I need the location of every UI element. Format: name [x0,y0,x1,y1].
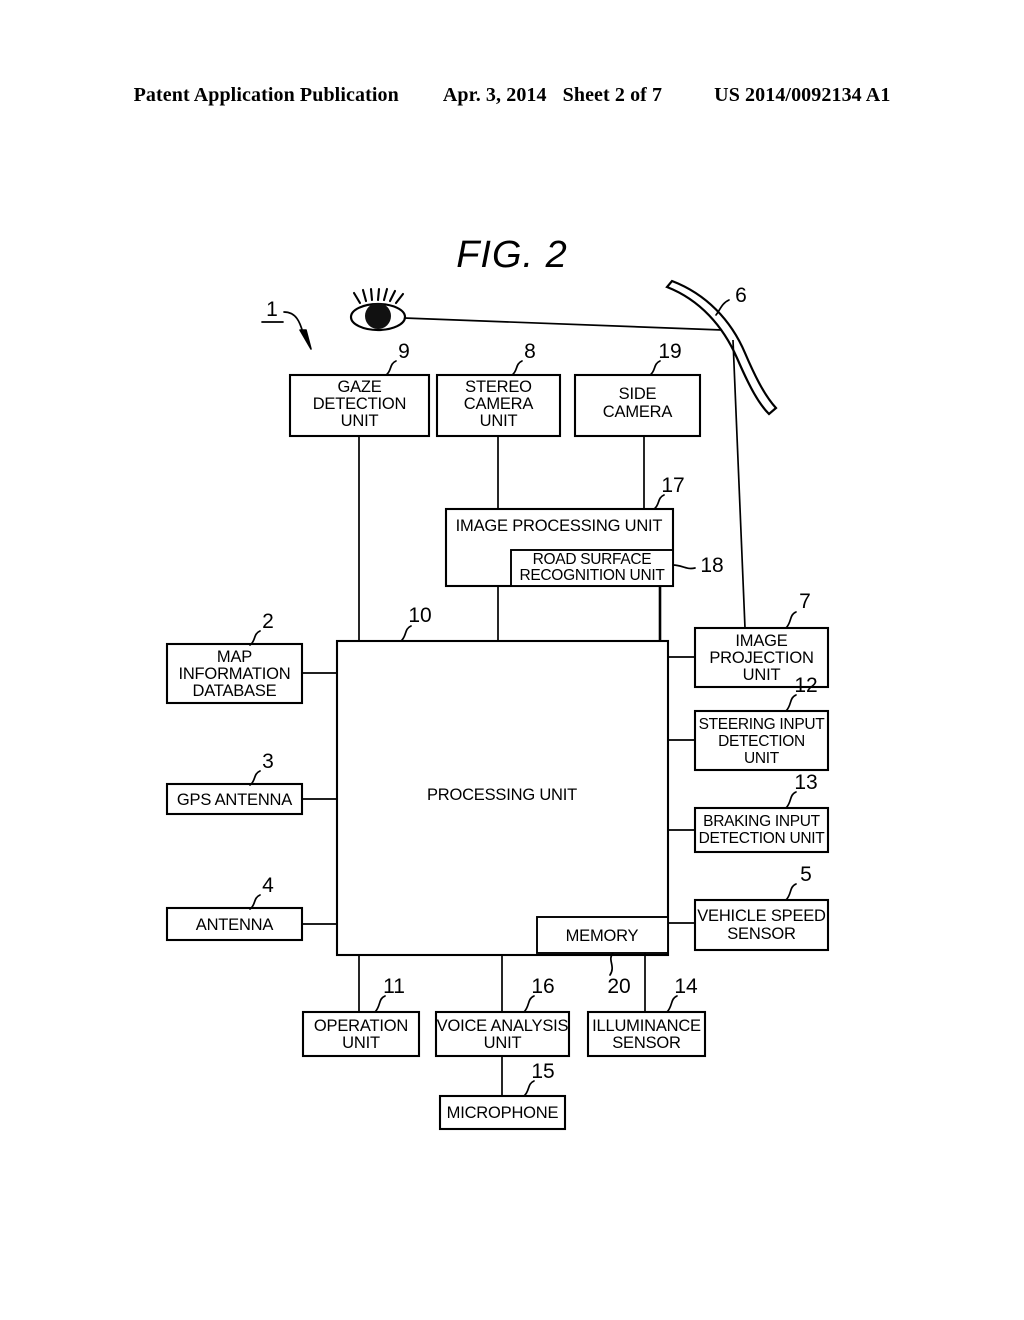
operation-unit-reference-callout: 11 [374,975,405,1013]
ref-number-16: 16 [531,975,554,998]
ref-number-20: 20 [607,975,630,998]
operation-unit-box[interactable]: OPERATION UNIT [301,1010,421,1058]
ref-number-19: 19 [658,340,681,363]
gaze-detection-unit-label-line3: UNIT [341,412,379,430]
memory-reference-callout: 20 [607,952,631,998]
ref-number-5: 5 [800,863,812,886]
ref-number-1: 1 [266,298,278,321]
system-reference-callout: 1 [261,298,312,350]
vehicle-speed-sensor-box[interactable]: VEHICLE SPEED SENSOR [693,898,830,952]
processing-unit-label: PROCESSING UNIT [427,786,577,804]
illuminance-sensor-reference-callout: 14 [666,975,698,1013]
voice-analysis-unit-label-line2: UNIT [484,1034,522,1052]
side-camera-box[interactable]: SIDE CAMERA [573,373,702,438]
gaze-detection-unit-box[interactable]: GAZE DETECTION UNIT [288,373,431,438]
ref-number-9: 9 [398,340,410,363]
voice-analysis-unit-reference-callout: 16 [523,975,555,1013]
windshield-projection-link [732,339,746,629]
vehicle-speed-sensor-reference-callout: 5 [785,863,812,901]
map-information-database-box[interactable]: MAP INFORMATION DATABASE [165,642,304,705]
antenna-box[interactable]: ANTENNA [165,906,304,942]
windshield-reference-callout: 6 [715,284,747,316]
ref-number-7: 7 [799,590,811,613]
memory-label: MEMORY [566,927,639,945]
microphone-label: MICROPHONE [447,1104,559,1122]
ref-number-13: 13 [794,771,817,794]
image-projection-unit-label-line1: IMAGE [735,632,787,650]
ref-number-15: 15 [531,1060,554,1083]
ref-number-8: 8 [524,340,536,363]
ref-number-2: 2 [262,610,274,633]
illuminance-sensor-label-line2: SENSOR [612,1034,681,1052]
microphone-box[interactable]: MICROPHONE [438,1094,567,1131]
processing-unit-box[interactable]: PROCESSING UNIT [335,639,670,957]
voice-analysis-unit-box[interactable]: VOICE ANALYSIS UNIT [434,1010,571,1058]
steering-input-detection-unit-label-line3: UNIT [744,750,780,767]
ref-number-14: 14 [674,975,698,998]
ref-number-18: 18 [700,554,723,577]
image-processing-unit-label: IMAGE PROCESSING UNIT [456,517,663,535]
ref-number-6: 6 [735,284,747,307]
map-information-database-reference-callout: 2 [249,610,274,646]
stereo-camera-unit-label-line2: CAMERA [464,395,534,413]
eye-icon [349,287,407,332]
system-reference-arrowhead [299,329,312,350]
ref-number-4: 4 [262,874,274,897]
ref-number-17: 17 [661,474,684,497]
processing-unit-reference-callout: 10 [400,604,432,642]
operation-unit-label-line1: OPERATION [314,1017,408,1035]
map-information-database-label-line2: INFORMATION [178,665,290,683]
steering-input-detection-unit-label-line2: DETECTION [718,733,805,750]
image-projection-unit-label-line2: PROJECTION [709,649,813,667]
ref-number-3: 3 [262,750,274,773]
road-surface-recognition-unit-box[interactable]: ROAD SURFACE RECOGNITION UNIT [510,549,674,587]
gaze-detection-unit-label-line2: DETECTION [313,395,407,413]
image-projection-unit-label-line3: UNIT [743,666,781,684]
gps-antenna-box[interactable]: GPS ANTENNA [165,782,304,816]
braking-input-detection-unit-label-line2: DETECTION UNIT [699,830,826,847]
gaze-line [403,317,723,331]
ref-number-10: 10 [408,604,431,627]
stereo-camera-unit-label-line1: STEREO [465,378,532,396]
block-diagram: 1 6 GAZE DETECTION UNIT 9 STEREO CAMERA … [165,279,830,1131]
map-information-database-label-line1: MAP [217,648,252,666]
vehicle-speed-sensor-label-line1: VEHICLE SPEED [697,907,826,925]
ref-number-11: 11 [383,975,405,998]
map-information-database-label-line3: DATABASE [193,682,277,700]
stereo-camera-unit-label-line3: UNIT [480,412,518,430]
vehicle-speed-sensor-label-line2: SENSOR [727,925,796,943]
illuminance-sensor-label-line1: ILLUMINANCE [592,1017,701,1035]
ref-number-12: 12 [794,674,817,697]
gaze-detection-unit-reference-callout: 9 [385,340,410,376]
illuminance-sensor-box[interactable]: ILLUMINANCE SENSOR [586,1010,707,1058]
steering-input-detection-unit-label-line1: STEERING INPUT [699,716,826,733]
antenna-label: ANTENNA [196,916,274,934]
microphone-reference-callout: 15 [523,1060,555,1097]
road-surface-recognition-unit-label-line2: RECOGNITION UNIT [519,567,665,584]
memory-box[interactable]: MEMORY [536,916,669,954]
gps-antenna-reference-callout: 3 [249,750,274,786]
stereo-camera-unit-reference-callout: 8 [511,340,536,376]
gaze-detection-unit-label-line1: GAZE [337,378,381,396]
side-camera-label-line1: SIDE [619,385,657,403]
side-camera-reference-callout: 19 [649,340,682,376]
image-processing-unit-reference-callout: 17 [653,474,685,510]
road-surface-recognition-unit-reference-callout: 18 [672,554,724,577]
braking-input-detection-unit-label-line1: BRAKING INPUT [703,813,821,830]
side-camera-label-line2: CAMERA [603,403,673,421]
antenna-reference-callout: 4 [249,874,274,910]
gps-antenna-label: GPS ANTENNA [177,791,292,809]
road-surface-recognition-unit-label-line1: ROAD SURFACE [533,551,652,568]
image-projection-unit-reference-callout: 7 [785,590,811,629]
steering-input-detection-unit-box[interactable]: STEERING INPUT DETECTION UNIT [693,709,830,772]
braking-input-detection-unit-box[interactable]: BRAKING INPUT DETECTION UNIT [693,806,830,854]
braking-input-detection-unit-reference-callout: 13 [785,771,818,809]
voice-analysis-unit-label-line1: VOICE ANALYSIS [437,1017,569,1035]
operation-unit-label-line2: UNIT [342,1034,380,1052]
stereo-camera-unit-box[interactable]: STEREO CAMERA UNIT [435,373,562,438]
